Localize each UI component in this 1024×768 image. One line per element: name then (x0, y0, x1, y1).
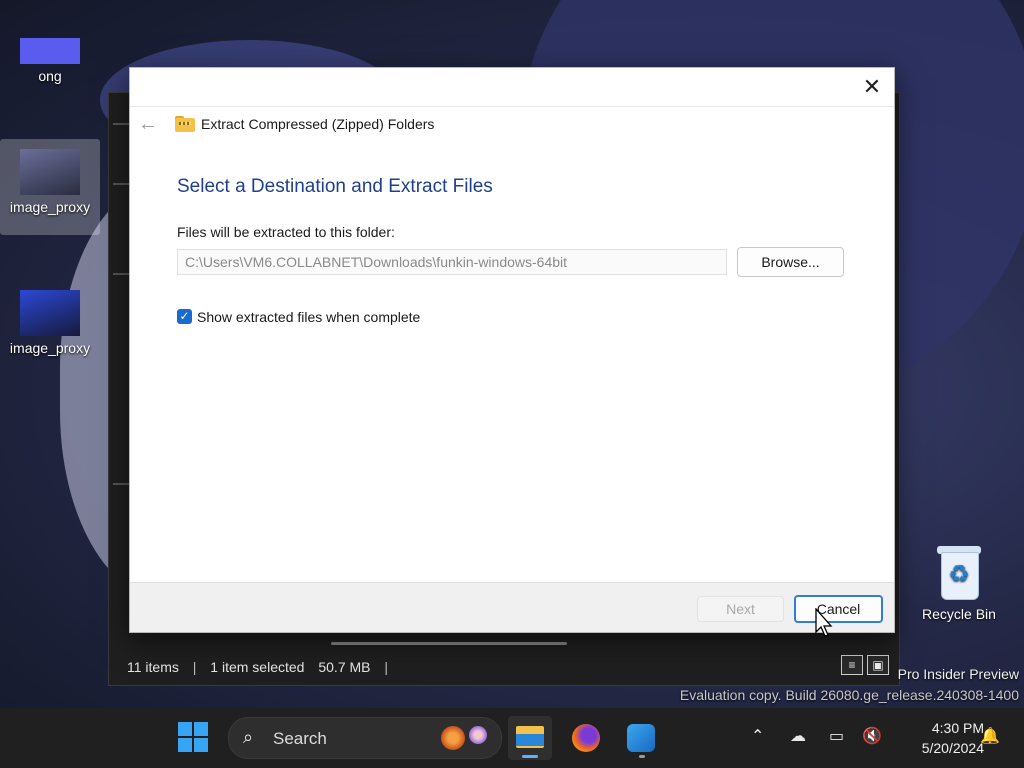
wizard-footer: Next Cancel (130, 582, 894, 632)
dialog-titlebar: ✕ (130, 68, 894, 106)
destination-label: Files will be extracted to this folder: (177, 224, 395, 240)
destination-path-input[interactable] (177, 249, 727, 275)
paint-icon (627, 724, 655, 752)
running-indicator (522, 755, 538, 758)
next-button[interactable]: Next (697, 596, 784, 622)
clock-date: 5/20/2024 (921, 740, 984, 756)
running-indicator (639, 755, 645, 758)
status-separator: | (192, 659, 197, 675)
watermark-line-2: Evaluation copy. Build 26080.ge_release.… (679, 687, 1019, 703)
image-file-icon (20, 38, 80, 64)
search-highlight-icon (469, 726, 487, 744)
file-explorer-icon (516, 726, 544, 748)
close-icon[interactable]: ✕ (858, 74, 886, 100)
chevron-up-icon[interactable]: ⌃ (751, 726, 764, 746)
search-label: Search (273, 729, 327, 748)
evaluation-watermark: Pro Insider Preview Evaluation copy. Bui… (680, 664, 1019, 706)
dialog-title: Extract Compressed (Zipped) Folders (201, 116, 435, 132)
taskbar: ⌕ Search ⌃ ☁ ▭ 🔇 4:30 PM 5/20/2024 🔔 (0, 708, 1024, 768)
search-icon: ⌕ (243, 727, 254, 747)
back-arrow-icon[interactable]: ← (138, 113, 158, 136)
taskbar-firefox[interactable] (564, 716, 608, 760)
taskbar-file-explorer[interactable] (508, 716, 552, 760)
item-count: 11 items (127, 659, 179, 675)
image-file-icon (20, 290, 80, 336)
horizontal-scrollbar[interactable] (331, 642, 567, 645)
taskbar-paint[interactable] (619, 716, 663, 760)
system-clock[interactable]: 4:30 PM 5/20/2024 (888, 718, 984, 758)
cancel-button[interactable]: Cancel (794, 595, 883, 623)
show-files-checkbox[interactable]: ✓ (177, 309, 192, 324)
firefox-icon (572, 724, 600, 752)
desktop-icon-label: ong (38, 68, 62, 84)
status-bar: 11 items | 1 item selected 50.7 MB | (127, 659, 398, 675)
image-file-icon (20, 149, 80, 195)
network-icon[interactable]: ▭ (829, 726, 844, 746)
watermark-line-1: Pro Insider Preview (897, 666, 1019, 682)
desktop-icon-label: image_proxy (9, 340, 91, 356)
desktop-icon-label: image_proxy (9, 199, 91, 215)
clock-time: 4:30 PM (931, 720, 984, 736)
taskbar-search[interactable]: ⌕ Search (228, 717, 502, 759)
show-files-label[interactable]: Show extracted files when complete (197, 309, 420, 325)
browse-button[interactable]: Browse... (737, 247, 844, 277)
zip-folder-icon (175, 116, 195, 132)
start-button[interactable] (178, 722, 210, 754)
volume-muted-icon[interactable]: 🔇 (862, 726, 882, 746)
desktop-icon-recycle-bin[interactable]: ♻ Recycle Bin (918, 544, 1000, 622)
selection-size: 50.7 MB (318, 659, 371, 675)
desktop-icon-image-proxy-2[interactable]: image_proxy (0, 290, 100, 356)
onedrive-offline-icon[interactable]: ☁ (790, 726, 806, 746)
wizard-header: ← Extract Compressed (Zipped) Folders (130, 106, 894, 143)
windows-logo-icon (178, 722, 192, 736)
selection-count: 1 item selected (210, 659, 305, 675)
wizard-heading: Select a Destination and Extract Files (177, 176, 493, 197)
desktop-icon-ong[interactable]: ong (0, 38, 100, 84)
search-highlight-icon (441, 726, 465, 750)
notification-bell-icon[interactable]: 🔔 (980, 726, 1000, 746)
recycle-bin-icon: ♻ (937, 544, 981, 600)
status-separator: | (384, 659, 389, 675)
desktop-icon-image-proxy-1[interactable]: image_proxy (0, 139, 100, 235)
extract-wizard-dialog: ✕ ← Extract Compressed (Zipped) Folders … (129, 67, 895, 633)
desktop-icon-label: Recycle Bin (922, 606, 996, 622)
